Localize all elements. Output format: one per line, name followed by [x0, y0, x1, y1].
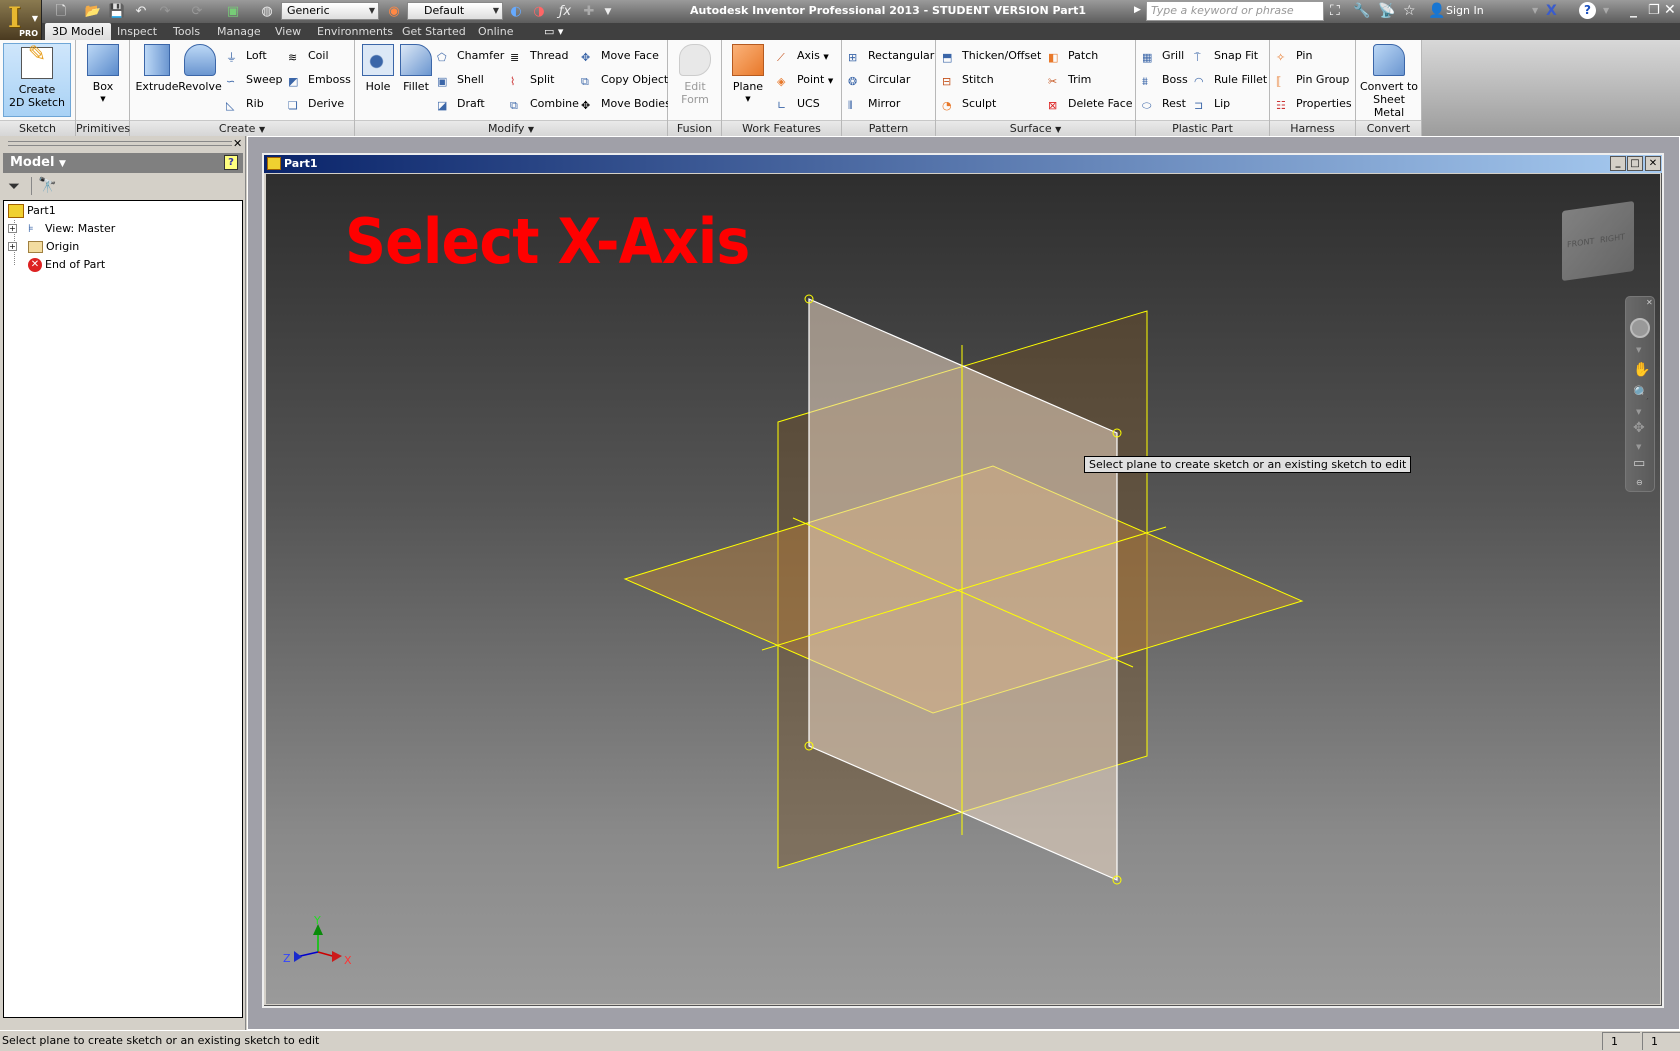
triad-x-arrow — [332, 951, 342, 962]
status-message: Select plane to create sketch or an exis… — [2, 1034, 320, 1047]
origin-planes[interactable] — [0, 0, 1680, 1050]
viewcube-front-label[interactable]: FRONT — [1567, 237, 1594, 250]
axis-triad: Y Z X — [283, 915, 352, 967]
triad-z-label: Z — [283, 952, 291, 965]
triad-z-arrow — [294, 951, 302, 962]
viewcube[interactable]: FRONT RIGHT — [1562, 200, 1634, 282]
triad-y-label: Y — [313, 915, 321, 927]
orbit-icon[interactable]: ✥ — [1633, 420, 1645, 436]
pan-hand-icon[interactable]: ✋ — [1633, 362, 1650, 378]
chevron-down-icon[interactable]: ▼ — [1636, 408, 1641, 416]
chevron-down-icon[interactable]: ▼ — [1636, 346, 1641, 354]
status-bar: Select plane to create sketch or an exis… — [0, 1030, 1680, 1050]
look-at-icon[interactable]: ▭ — [1633, 456, 1645, 471]
status-count-documents: 1 — [1642, 1032, 1680, 1050]
close-icon[interactable]: ✕ — [1646, 298, 1653, 307]
customize-icon[interactable]: ⊖ — [1636, 478, 1643, 487]
steering-wheel-icon[interactable] — [1630, 318, 1650, 338]
chevron-down-icon[interactable]: ▼ — [1636, 443, 1641, 451]
instruction-banner: Select X-Axis — [345, 205, 750, 278]
triad-x-label: X — [344, 954, 352, 967]
viewcube-right-label[interactable]: RIGHT — [1600, 232, 1625, 245]
zoom-icon[interactable]: 🔍 — [1633, 386, 1649, 401]
tooltip: Select plane to create sketch or an exis… — [1084, 456, 1412, 473]
status-count-occurrences: 1 — [1602, 1032, 1640, 1050]
